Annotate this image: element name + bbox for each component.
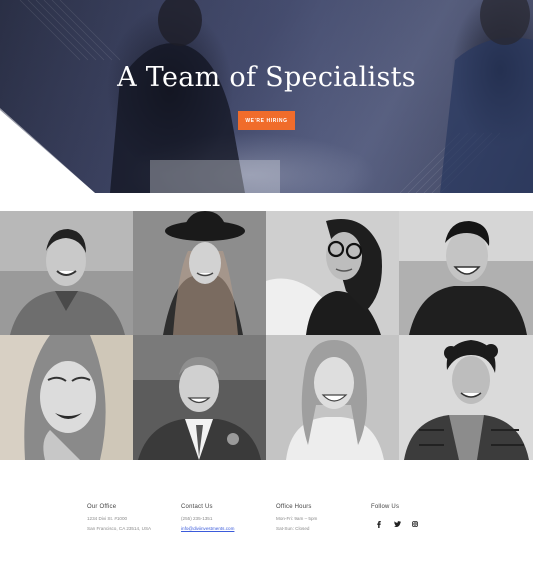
footer-heading: Office Hours bbox=[276, 504, 312, 510]
footer: Our Office 1234 Divi St. #1000 San Franc… bbox=[0, 500, 533, 561]
team-photo[interactable] bbox=[399, 335, 533, 460]
team-photo[interactable] bbox=[0, 211, 133, 335]
team-photo[interactable] bbox=[0, 335, 133, 460]
twitter-icon[interactable] bbox=[393, 520, 401, 528]
team-photo-grid bbox=[0, 211, 533, 460]
footer-heading: Follow Us bbox=[371, 504, 400, 510]
office-address-line1: 1234 Divi St. #1000 bbox=[87, 516, 128, 521]
office-address-line2: San Francisco, CA 23514, USA bbox=[87, 526, 152, 531]
footer-office: Our Office 1234 Divi St. #1000 San Franc… bbox=[87, 500, 151, 534]
hero-white-wedge bbox=[0, 108, 95, 193]
footer-heading: Contact Us bbox=[181, 504, 213, 510]
team-photo[interactable] bbox=[133, 211, 266, 335]
hiring-button[interactable]: WE'RE HIRING bbox=[238, 111, 295, 130]
facebook-icon[interactable] bbox=[375, 520, 383, 528]
contact-email-link[interactable]: info@diviinvestments.com bbox=[181, 526, 234, 531]
footer-heading: Our Office bbox=[87, 504, 117, 510]
hero-section: A Team of Specialists WE'RE HIRING bbox=[0, 0, 533, 193]
footer-hours: Office Hours Mon-Fri: 9am – 5pm Sat-Sun:… bbox=[276, 500, 317, 534]
contact-phone: (255) 235-1351 bbox=[181, 516, 213, 521]
instagram-icon[interactable] bbox=[411, 520, 419, 528]
team-photo[interactable] bbox=[266, 211, 399, 335]
team-photo[interactable] bbox=[266, 335, 399, 460]
team-photo[interactable] bbox=[133, 335, 266, 460]
hero-title: A Team of Specialists bbox=[117, 62, 416, 93]
hours-weekday: Mon-Fri: 9am – 5pm bbox=[276, 516, 318, 521]
hours-weekend: Sat-Sun: Closed bbox=[276, 526, 310, 531]
team-photo[interactable] bbox=[399, 211, 533, 335]
footer-social: Follow Us bbox=[371, 500, 419, 528]
footer-contact: Contact Us (255) 235-1351 info@diviinves… bbox=[181, 500, 234, 534]
